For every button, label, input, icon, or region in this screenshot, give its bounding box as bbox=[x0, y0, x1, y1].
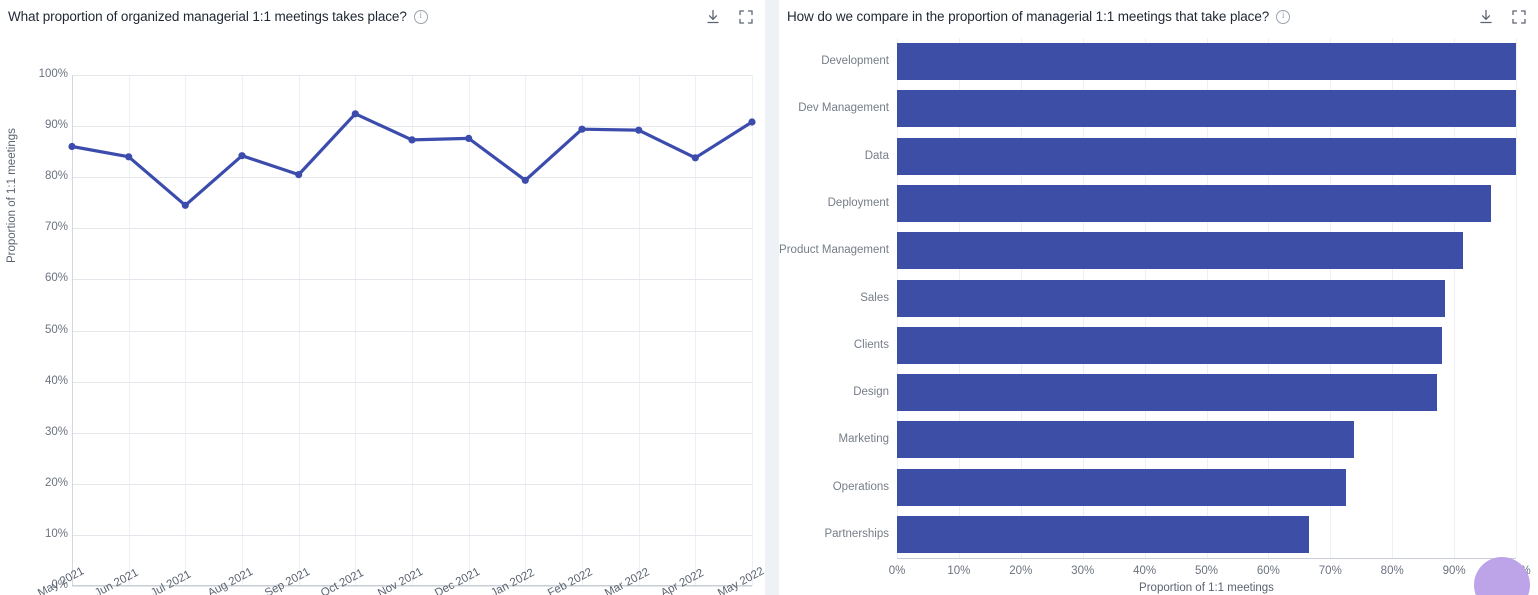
data-point[interactable] bbox=[748, 118, 756, 126]
x-axis-tick-label: 70% bbox=[1318, 565, 1342, 577]
data-point[interactable] bbox=[691, 154, 699, 162]
bar-chart: Development Dev Management Data Deployment P… bbox=[779, 33, 1538, 595]
y-axis-tick-label: 30% bbox=[44, 425, 68, 438]
x-axis-tick-label: 30% bbox=[1071, 565, 1095, 577]
data-point[interactable] bbox=[351, 110, 359, 118]
line-path bbox=[70, 112, 754, 207]
bar[interactable] bbox=[897, 232, 1463, 270]
info-icon[interactable]: i bbox=[413, 9, 428, 24]
x-axis-tick-label: 80% bbox=[1380, 565, 1404, 577]
x-axis-tick-label: 0% bbox=[888, 565, 906, 577]
bar-chart-x-axis-label: Proportion of 1:1 meetings bbox=[1139, 582, 1274, 594]
gridline-vertical bbox=[1516, 38, 1517, 558]
data-point[interactable] bbox=[521, 176, 529, 184]
bar-category-label: Operations bbox=[832, 480, 889, 493]
x-axis-tick-label: 50% bbox=[1194, 565, 1219, 577]
bar[interactable] bbox=[897, 279, 1446, 317]
bar[interactable] bbox=[897, 184, 1492, 222]
info-icon[interactable]: i bbox=[1276, 9, 1291, 24]
bar-category-label: Clients bbox=[853, 338, 889, 351]
y-axis-tick-label: 70% bbox=[44, 221, 68, 234]
y-axis-tick-label: 20% bbox=[44, 476, 68, 489]
bar[interactable] bbox=[897, 421, 1355, 459]
bar-category-label: Design bbox=[853, 386, 889, 399]
right-header-actions bbox=[1477, 8, 1528, 26]
line-chart-x-ticks: May 2021 Jun 2021 Jul 2021 Aug 2021 Sep 2021… bbox=[36, 565, 766, 595]
data-point[interactable] bbox=[295, 171, 303, 179]
y-axis-tick-label: 90% bbox=[44, 119, 68, 132]
download-icon[interactable] bbox=[704, 8, 722, 26]
y-axis-tick-label: 50% bbox=[44, 323, 68, 336]
data-point[interactable] bbox=[635, 126, 643, 134]
bar-category-label: Sales bbox=[860, 291, 889, 304]
panel-divider bbox=[765, 0, 779, 595]
line-chart: Proportion of 1:1 meetings 0% 10% 20% 30% 40… bbox=[0, 33, 766, 595]
bar[interactable] bbox=[897, 43, 1516, 81]
page-title: What proportion of organized managerial … bbox=[8, 9, 407, 24]
y-axis-tick-label: 40% bbox=[44, 374, 68, 387]
data-point[interactable] bbox=[578, 125, 586, 133]
bar-category-label: Data bbox=[864, 149, 889, 162]
x-axis-tick-label: 90% bbox=[1442, 565, 1466, 577]
line-chart-plot-area bbox=[68, 75, 756, 587]
data-point[interactable] bbox=[408, 136, 416, 144]
data-point[interactable] bbox=[465, 134, 473, 142]
bar-chart-plot-area: 0%10%20%30%40%50%60%70%80%90%100% bbox=[889, 38, 1531, 586]
x-axis-tick-label: 60% bbox=[1256, 565, 1280, 577]
left-panel-header: What proportion of organized managerial … bbox=[0, 0, 765, 33]
y-axis-tick-label: 10% bbox=[44, 527, 68, 540]
bar-category-label: Product Management bbox=[779, 244, 889, 257]
y-axis-tick-label: 80% bbox=[44, 170, 68, 183]
dashboard: What proportion of organized managerial … bbox=[0, 0, 1538, 595]
gridline-vertical bbox=[752, 75, 753, 586]
left-header-actions bbox=[704, 8, 755, 26]
x-axis-tick-label: 20% bbox=[1009, 565, 1033, 577]
data-point[interactable] bbox=[238, 152, 246, 160]
data-point[interactable] bbox=[181, 201, 189, 209]
bar[interactable] bbox=[897, 90, 1516, 128]
data-point[interactable] bbox=[68, 142, 76, 151]
x-axis-line bbox=[897, 558, 1516, 559]
line-series bbox=[68, 110, 756, 209]
fullscreen-icon[interactable] bbox=[1510, 8, 1528, 26]
bar[interactable] bbox=[897, 137, 1516, 175]
fullscreen-icon[interactable] bbox=[737, 8, 755, 26]
download-icon[interactable] bbox=[1477, 8, 1495, 26]
bar-chart-panel: How do we compare in the proportion of m… bbox=[779, 0, 1538, 595]
y-axis-tick-label: 100% bbox=[38, 68, 68, 80]
page-title-comparison: How do we compare in the proportion of m… bbox=[787, 9, 1270, 24]
x-axis-tick-label: 40% bbox=[1133, 565, 1157, 577]
bar-category-label: Dev Management bbox=[798, 102, 889, 115]
line-chart-y-ticks: 0% 10% 20% 30% 40% 50% 60% 70% 80% 90% 100% bbox=[0, 68, 68, 591]
bar-category-label: Partnerships bbox=[824, 527, 889, 540]
bar[interactable] bbox=[897, 468, 1347, 506]
bar[interactable] bbox=[897, 515, 1310, 553]
bar-category-label: Marketing bbox=[838, 433, 890, 446]
x-axis-tick-label: 10% bbox=[947, 565, 971, 577]
y-axis-tick-label: 60% bbox=[44, 272, 68, 285]
bar-category-label: Development bbox=[821, 55, 889, 68]
bar[interactable] bbox=[897, 326, 1442, 364]
bar[interactable] bbox=[897, 374, 1438, 412]
bar-category-label: Deployment bbox=[827, 196, 889, 209]
line-chart-panel: What proportion of organized managerial … bbox=[0, 0, 766, 595]
data-point[interactable] bbox=[125, 153, 133, 161]
right-panel-header: How do we compare in the proportion of m… bbox=[779, 0, 1538, 33]
